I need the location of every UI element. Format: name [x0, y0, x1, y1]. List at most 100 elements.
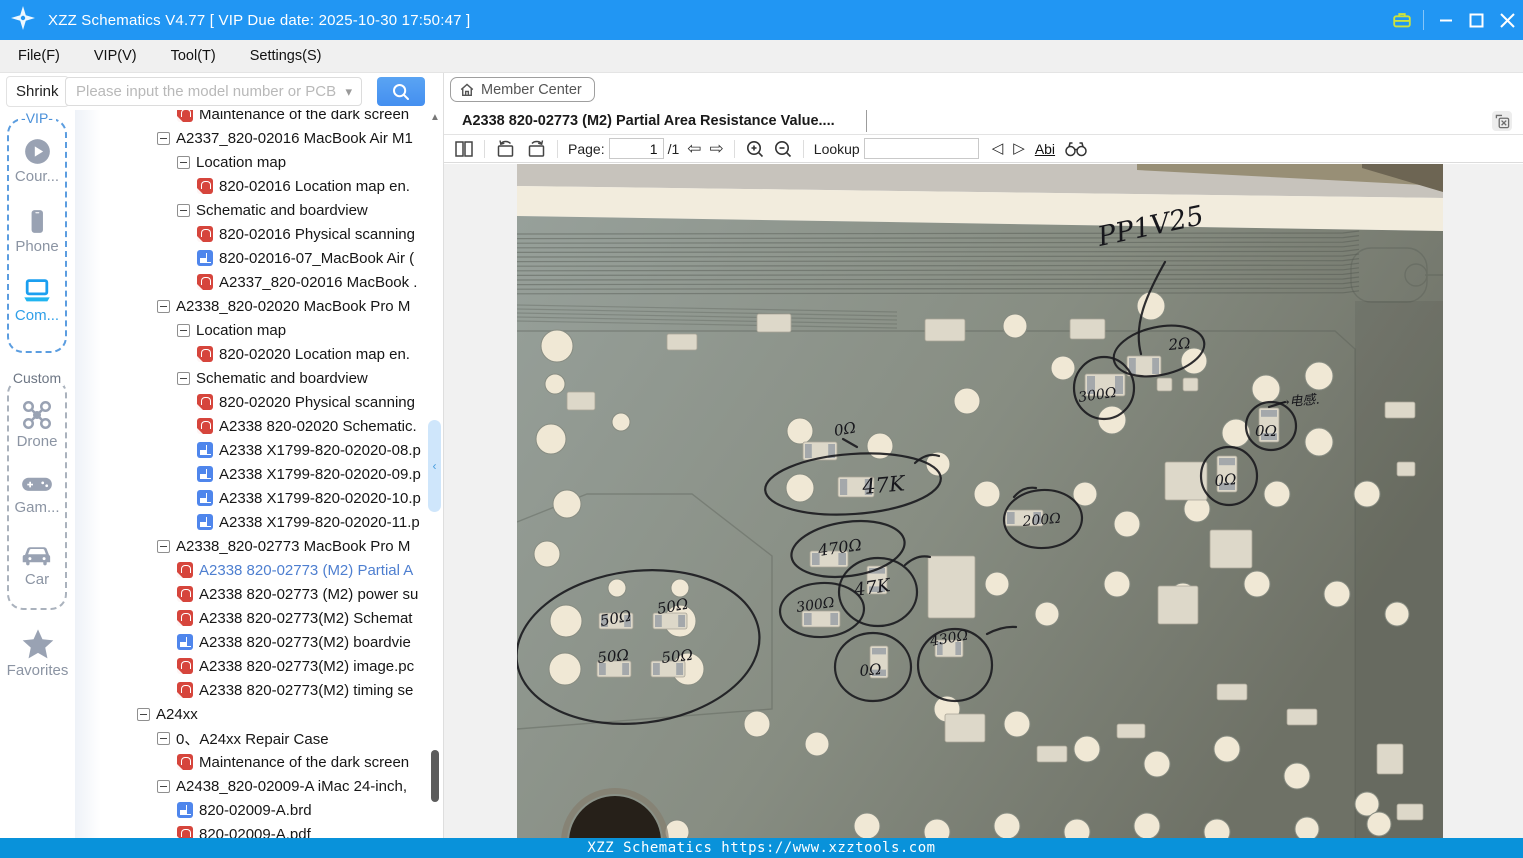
pdf-file-icon	[177, 110, 193, 122]
menu-vip[interactable]: VIP(V)	[92, 46, 139, 66]
zoom-in-button[interactable]	[741, 139, 769, 159]
collapse-node-icon[interactable]	[157, 731, 170, 745]
tree-item[interactable]: 820-02016 Physical scanning	[75, 222, 443, 246]
tree-item[interactable]: A2338 820-02773 (M2) power su	[75, 582, 443, 606]
rotate-left-button[interactable]	[491, 139, 521, 159]
page-number-input[interactable]	[608, 138, 664, 159]
scrollbar-thumb[interactable]	[431, 750, 439, 802]
tree-item[interactable]: A2338_820-02773 MacBook Pro M	[75, 534, 443, 558]
tree-item[interactable]: A2338 X1799-820-02020-10.p	[75, 486, 443, 510]
maximize-button[interactable]	[1461, 0, 1492, 40]
tree-item[interactable]: A2338 820-02773 (M2) Partial A	[75, 558, 443, 582]
rail-item-course[interactable]: Cour...	[9, 138, 65, 185]
tree-item[interactable]: A2338 X1799-820-02020-11.p	[75, 510, 443, 534]
vip-briefcase-icon[interactable]	[1386, 0, 1417, 40]
tree-item[interactable]: A2338 X1799-820-02020-09.p	[75, 462, 443, 486]
rail-item-favorites[interactable]: Favorites	[0, 628, 75, 679]
rail-item-label: Car	[24, 571, 50, 588]
collapse-node-icon[interactable]	[177, 155, 190, 169]
boardview-file-icon	[197, 250, 213, 266]
svg-text:0Ω: 0Ω	[1255, 422, 1277, 440]
document-canvas[interactable]: PP1V25 2Ω 300Ω 0Ω →电感. 0Ω 0Ω 47K 200Ω 470Ω 47K 300Ω…	[444, 164, 1523, 838]
close-button[interactable]	[1492, 0, 1523, 40]
tree-item[interactable]: 820-02016 Location map en.	[75, 174, 443, 198]
star-icon	[22, 629, 53, 659]
member-center-button[interactable]: Member Center	[450, 77, 595, 102]
rail-item-car[interactable]: Car	[9, 542, 65, 588]
tree-item[interactable]: A24xx	[75, 702, 443, 726]
rail-item-computer[interactable]: Com...	[9, 278, 65, 324]
rail-item-phone[interactable]: Phone	[9, 208, 65, 255]
rail-item-game[interactable]: Gam...	[9, 472, 65, 516]
tree-item[interactable]: A2337_820-02016 MacBook Air M1	[75, 126, 443, 150]
tree-item-label: A2338 820-02773(M2) Schemat	[199, 609, 413, 627]
tree-item-label: 820-02016 Physical scanning	[219, 225, 415, 243]
collapse-node-icon[interactable]	[157, 539, 170, 553]
tree-item[interactable]: Schematic and boardview	[75, 366, 443, 390]
tree-item[interactable]: Location map	[75, 150, 443, 174]
collapse-node-icon[interactable]	[137, 707, 150, 721]
zoom-out-button[interactable]	[769, 139, 797, 159]
tree-item[interactable]: 820-02016-07_MacBook Air (	[75, 246, 443, 270]
menu-file[interactable]: File(F)	[16, 46, 62, 66]
tree-item[interactable]: 820-02009-A.brd	[75, 798, 443, 822]
tree-item[interactable]: A2338 820-02020 Schematic.	[75, 414, 443, 438]
two-page-view-button[interactable]	[450, 140, 478, 158]
search-button[interactable]	[377, 77, 425, 106]
tree-item[interactable]: Maintenance of the dark screen	[75, 110, 443, 126]
tree-item[interactable]: Maintenance of the dark screen	[75, 750, 443, 774]
svg-text:50Ω: 50Ω	[661, 646, 694, 667]
status-text: XZZ Schematics https://www.xzztools.com	[587, 840, 936, 856]
close-tab-button[interactable]	[1492, 111, 1512, 131]
lookup-prev-button[interactable]: ◁	[987, 141, 1009, 156]
collapse-node-icon[interactable]	[157, 779, 170, 793]
pdf-file-icon	[197, 274, 213, 290]
tree-item[interactable]: 0、A24xx Repair Case	[75, 726, 443, 750]
minimize-button[interactable]	[1430, 0, 1461, 40]
tree-item[interactable]: A2338 820-02773(M2) image.pc	[75, 654, 443, 678]
tree-item-label: A2438_820-02009-A iMac 24-inch,	[176, 777, 407, 795]
shrink-button[interactable]: Shrink	[6, 76, 69, 107]
next-page-button[interactable]: ⇨	[706, 140, 728, 157]
rail-item-drone[interactable]: Drone	[9, 400, 65, 450]
tree-item-label: 820-02016 Location map en.	[219, 177, 410, 195]
lookup-input[interactable]	[863, 138, 979, 159]
collapse-panel-handle[interactable]: ‹	[428, 420, 441, 512]
text-select-tool-button[interactable]: Abi	[1030, 141, 1060, 157]
chevron-down-icon[interactable]: ▾	[345, 84, 361, 100]
tree-item[interactable]: Schematic and boardview	[75, 198, 443, 222]
binoculars-search-button[interactable]	[1060, 140, 1092, 158]
tree-item[interactable]: A2338 820-02773(M2) timing se	[75, 678, 443, 702]
tree-item-label: Schematic and boardview	[196, 201, 368, 219]
tree-item[interactable]: 820-02020 Physical scanning	[75, 390, 443, 414]
pdf-file-icon	[177, 658, 193, 674]
menu-settings[interactable]: Settings(S)	[248, 46, 324, 66]
tree-item[interactable]: Location map	[75, 318, 443, 342]
rotate-right-button[interactable]	[521, 139, 551, 159]
menu-tool[interactable]: Tool(T)	[169, 46, 218, 66]
tree-item[interactable]: 820-02020 Location map en.	[75, 342, 443, 366]
drone-icon	[22, 400, 51, 429]
page-label: Page:	[568, 140, 605, 157]
active-document-tab[interactable]: A2338 820-02773 (M2) Partial Area Resist…	[444, 108, 866, 134]
tree-item[interactable]: A2338 820-02773(M2) boardvie	[75, 630, 443, 654]
scroll-up-icon[interactable]: ▲	[429, 112, 441, 124]
search-box[interactable]: ▾	[65, 77, 362, 106]
lookup-next-button[interactable]: ▷	[1008, 141, 1030, 156]
collapse-node-icon[interactable]	[177, 371, 190, 385]
collapse-node-icon[interactable]	[177, 323, 190, 337]
title-bar: XZZ Schematics V4.77 [ VIP Due date: 202…	[0, 0, 1523, 40]
prev-page-button[interactable]: ⇦	[683, 140, 705, 157]
collapse-node-icon[interactable]	[157, 131, 170, 145]
tree-item-label: A2338 820-02773 (M2) Partial A	[199, 561, 414, 579]
tree-item-label: A2338 X1799-820-02020-10.p	[219, 489, 421, 507]
tree-item[interactable]: 820-02009-A.pdf	[75, 822, 443, 838]
collapse-node-icon[interactable]	[157, 299, 170, 313]
tree-item[interactable]: A2338 X1799-820-02020-08.p	[75, 438, 443, 462]
tree-item[interactable]: A2338_820-02020 MacBook Pro M	[75, 294, 443, 318]
tree-item[interactable]: A2337_820-02016 MacBook .	[75, 270, 443, 294]
collapse-node-icon[interactable]	[177, 203, 190, 217]
search-input[interactable]	[66, 83, 346, 100]
tree-item[interactable]: A2338 820-02773(M2) Schemat	[75, 606, 443, 630]
tree-item[interactable]: A2438_820-02009-A iMac 24-inch,	[75, 774, 443, 798]
